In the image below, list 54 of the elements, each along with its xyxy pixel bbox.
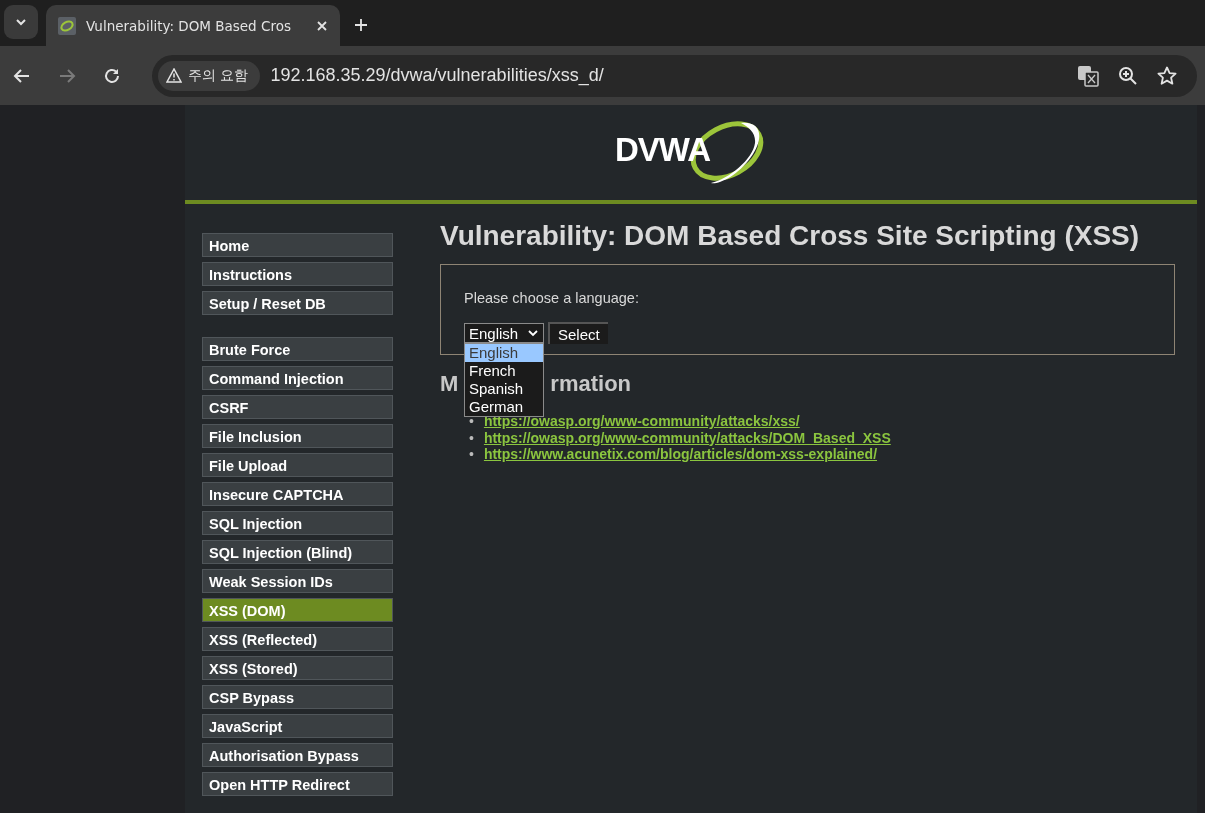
- address-bar[interactable]: 주의 요함 192.168.35.29/dvwa/vulnerabilities/xss_d/: [152, 54, 1197, 97]
- back-icon[interactable]: [13, 66, 31, 85]
- menu-item[interactable]: Instructions: [202, 262, 393, 286]
- menu-item[interactable]: XSS (Reflected): [202, 627, 393, 651]
- menu-item[interactable]: Weak Session IDs: [202, 569, 393, 593]
- menu-item[interactable]: SQL Injection: [202, 511, 393, 535]
- forward-icon[interactable]: [58, 66, 76, 85]
- favicon-icon: [58, 16, 76, 35]
- page-title: Vulnerability: DOM Based Cross Site Scripting (XSS): [440, 220, 1141, 252]
- language-select[interactable]: English: [464, 323, 544, 343]
- bullet: •: [469, 413, 474, 430]
- reference-link[interactable]: https://owasp.org/www-community/attacks/DOM_Based_XSS: [483, 429, 891, 446]
- bullet: •: [469, 446, 474, 463]
- chevron-icon: [15, 18, 27, 26]
- section-heading: rmation: [550, 371, 631, 397]
- translate-icon[interactable]: [1077, 64, 1099, 87]
- star-icon[interactable]: [1157, 65, 1177, 86]
- language-prompt: Please choose a language:: [464, 290, 640, 306]
- security-label: 주의 요함: [188, 66, 249, 85]
- menu-item[interactable]: JavaScript: [202, 714, 393, 738]
- bullet: •: [469, 429, 474, 446]
- dropdown-option[interactable]: French: [465, 362, 543, 380]
- dropdown-option[interactable]: German: [465, 398, 543, 416]
- tab-title: Vulnerability: DOM Based Cros: [86, 17, 292, 34]
- menu-item[interactable]: Brute Force: [202, 337, 393, 361]
- new-tab-icon[interactable]: [354, 18, 368, 32]
- menu-item[interactable]: XSS (DOM): [202, 598, 393, 622]
- dropdown-option[interactable]: Spanish: [465, 380, 543, 398]
- browser-tab[interactable]: Vulnerability: DOM Based Cros: [46, 5, 340, 46]
- chevron-icon: [528, 329, 538, 337]
- section-heading: M: [440, 371, 459, 397]
- menu-item[interactable]: Command Injection: [202, 366, 393, 390]
- warning-icon: [166, 68, 182, 83]
- security-chip[interactable]: 주의 요함: [158, 60, 261, 91]
- menu-item[interactable]: Open HTTP Redirect: [202, 772, 393, 796]
- zoom-icon[interactable]: [1118, 65, 1138, 86]
- menu-item[interactable]: File Inclusion: [202, 424, 393, 448]
- menu-item[interactable]: File Upload: [202, 453, 393, 477]
- menu-item[interactable]: SQL Injection (Blind): [202, 540, 393, 564]
- menu-item[interactable]: Insecure CAPTCHA: [202, 482, 393, 506]
- select-button[interactable]: Select: [548, 322, 608, 344]
- tab-list-button[interactable]: [4, 5, 38, 39]
- url-text: 192.168.35.29/dvwa/vulnerabilities/xss_d/: [270, 65, 605, 86]
- menu-item[interactable]: Authorisation Bypass: [202, 743, 393, 767]
- reload-icon[interactable]: [103, 66, 121, 85]
- reference-link[interactable]: https://www.acunetix.com/blog/articles/dom-xss-explained/: [483, 446, 878, 463]
- close-icon[interactable]: [316, 19, 328, 32]
- menu-item[interactable]: XSS (Stored): [202, 656, 393, 680]
- dropdown-option[interactable]: English: [465, 344, 543, 362]
- menu-item[interactable]: CSP Bypass: [202, 685, 393, 709]
- menu-item[interactable]: CSRF: [202, 395, 393, 419]
- reference-link[interactable]: https://owasp.org/www-community/attacks/xss/: [483, 413, 800, 430]
- menu-item[interactable]: Home: [202, 233, 393, 257]
- menu-item[interactable]: Setup / Reset DB: [202, 291, 393, 315]
